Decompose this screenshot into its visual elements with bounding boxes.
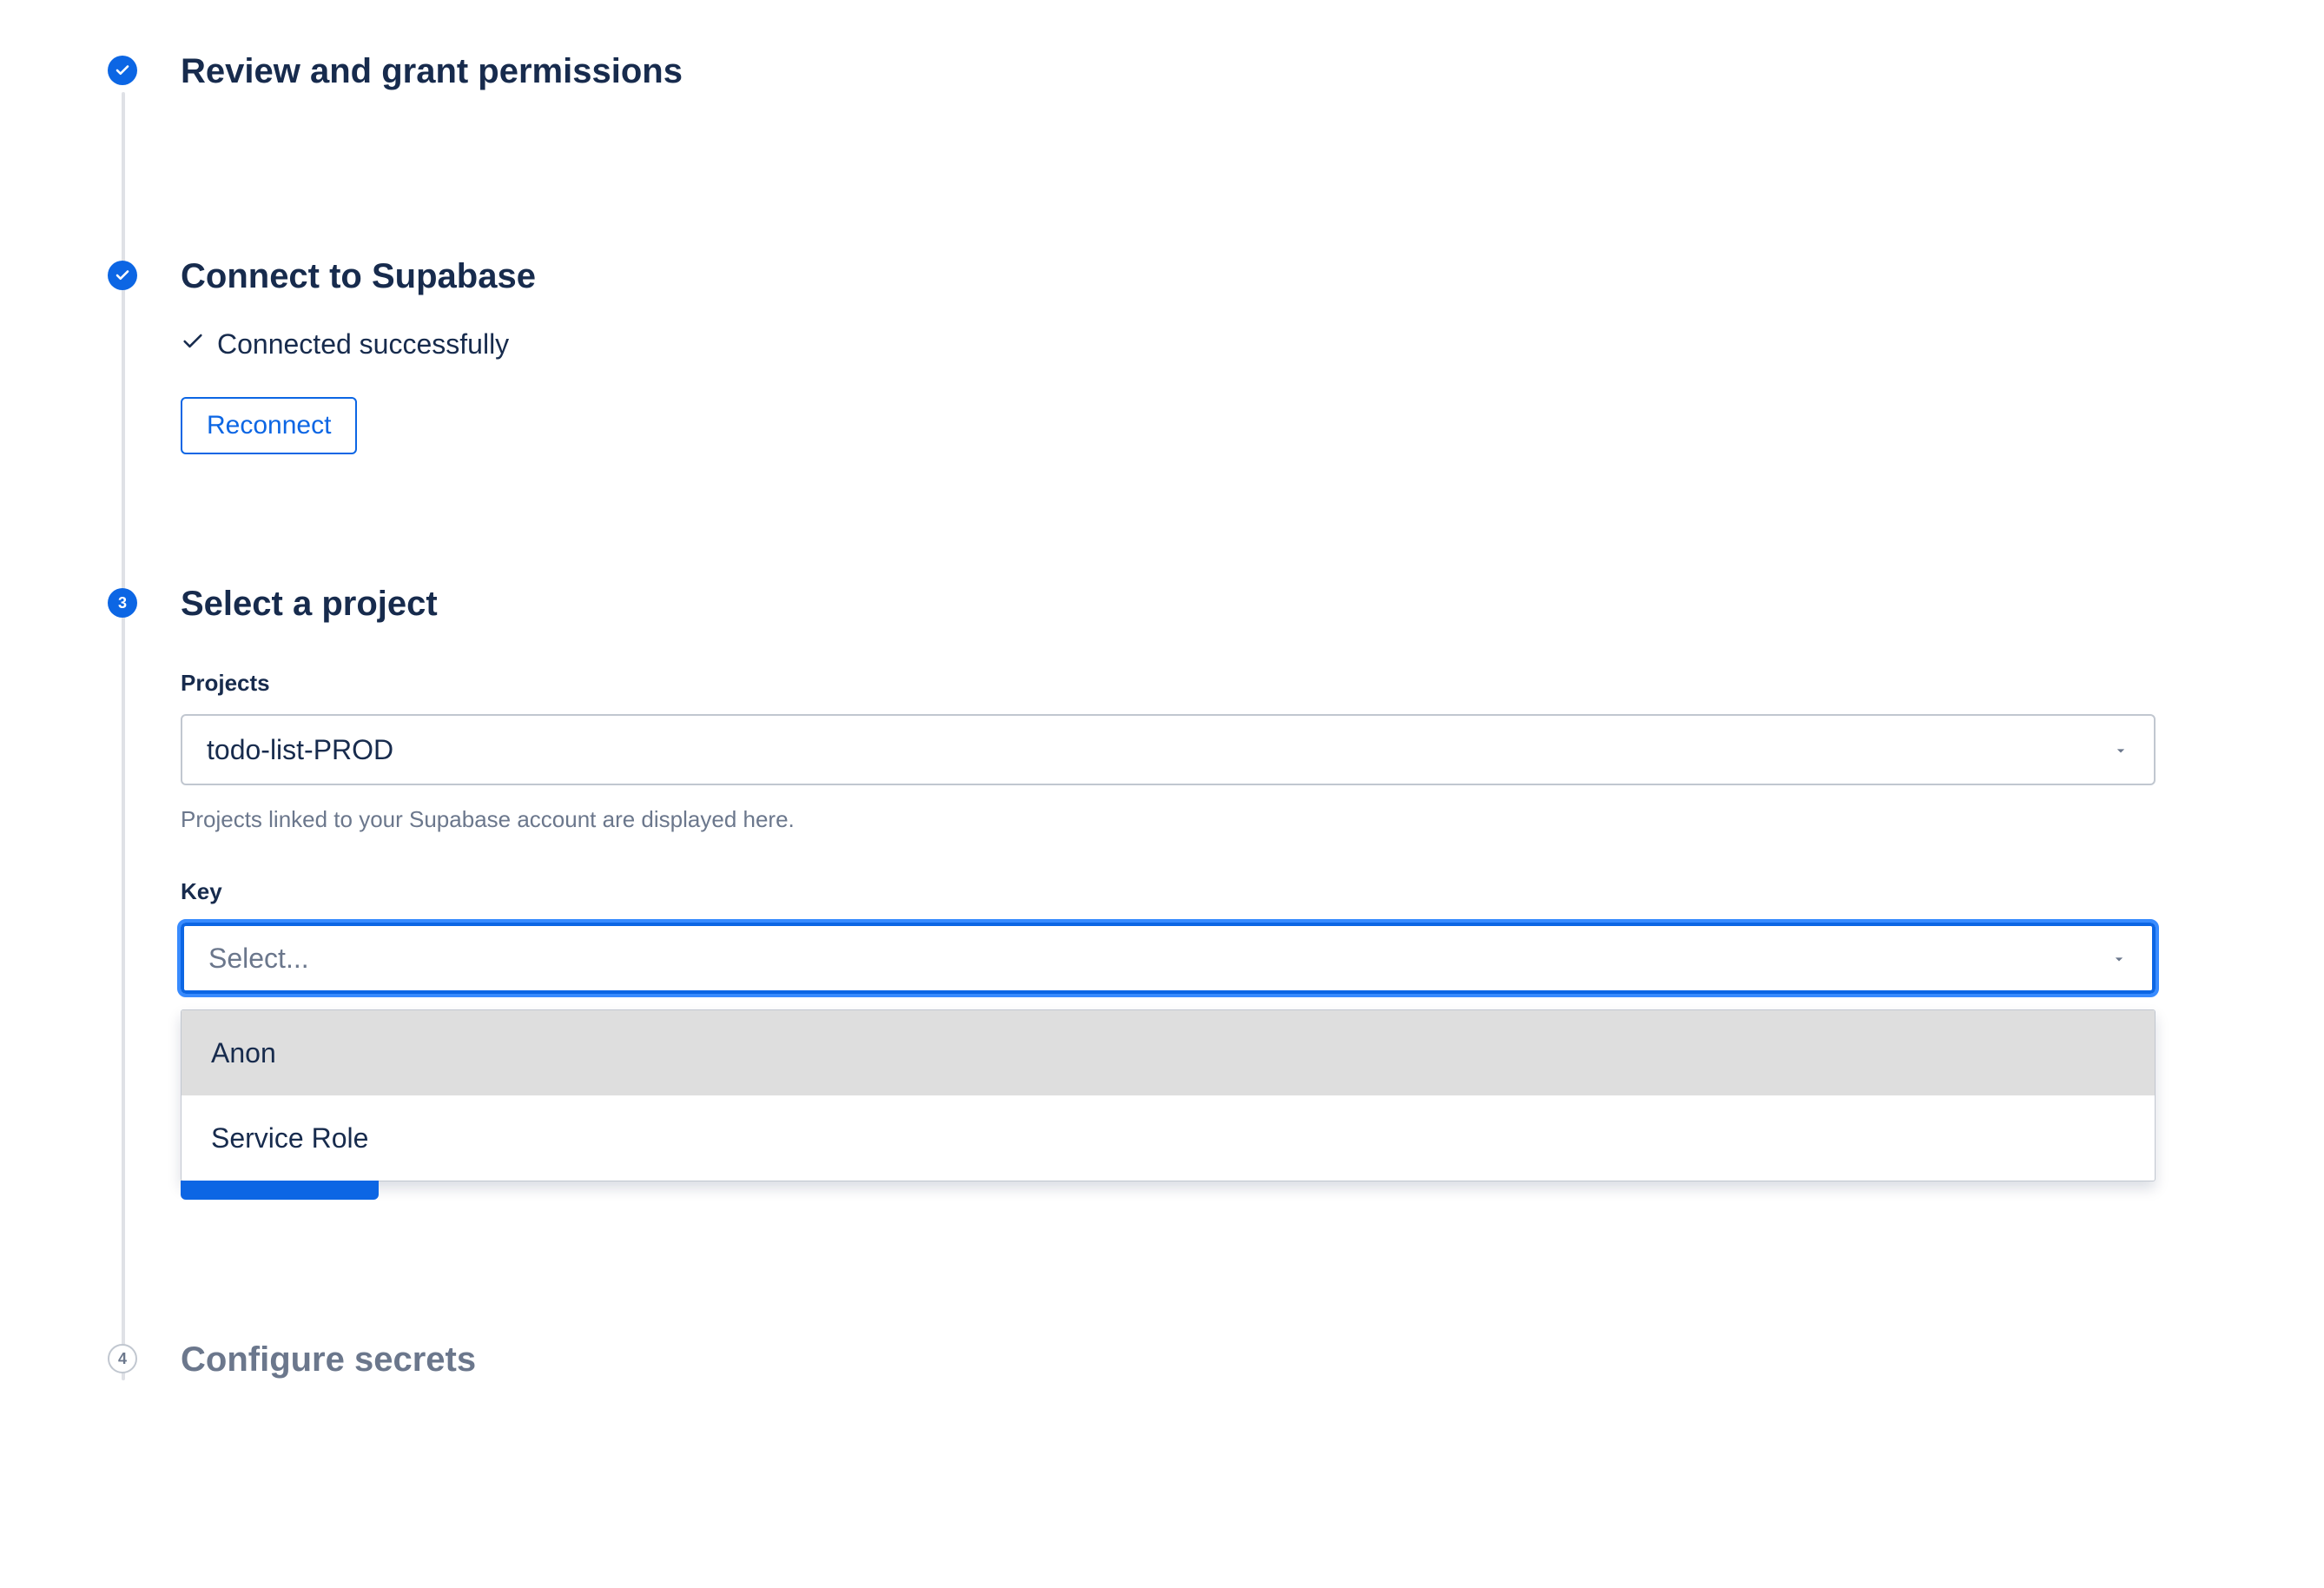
connection-status: Connected successfully xyxy=(181,328,2228,361)
key-placeholder: Select... xyxy=(208,943,309,975)
projects-value: todo-list-PROD xyxy=(207,734,393,766)
step-review-permissions: Review and grant permissions xyxy=(96,50,2228,255)
projects-help-text: Projects linked to your Supabase account… xyxy=(181,806,2156,833)
step-title: Select a project xyxy=(181,583,2228,625)
key-option-service-role[interactable]: Service Role xyxy=(182,1095,2155,1181)
key-option-anon[interactable]: Anon xyxy=(182,1010,2155,1095)
step-bullet-pending: 4 xyxy=(108,1344,137,1373)
step-title: Configure secrets xyxy=(181,1339,2228,1380)
chevron-down-icon xyxy=(2110,943,2128,975)
check-icon xyxy=(115,63,130,78)
check-icon xyxy=(115,268,130,283)
reconnect-button[interactable]: Reconnect xyxy=(181,397,357,454)
step-configure-secrets: 4 Configure secrets xyxy=(96,1339,2228,1380)
key-label: Key xyxy=(181,878,2156,905)
reconnect-label: Reconnect xyxy=(207,411,331,440)
stepper: Review and grant permissions Connect to … xyxy=(96,50,2228,1380)
option-label: Anon xyxy=(211,1037,276,1069)
option-label: Service Role xyxy=(211,1122,368,1155)
step-bullet-done xyxy=(108,261,137,290)
key-options-dropdown: Anon Service Role xyxy=(181,1009,2156,1181)
status-text: Connected successfully xyxy=(217,328,509,361)
step-bullet-current: 3 xyxy=(108,588,137,618)
step-bullet-done xyxy=(108,56,137,85)
projects-label: Projects xyxy=(181,670,2156,697)
step-number: 4 xyxy=(118,1350,127,1368)
step-title: Review and grant permissions xyxy=(181,50,2228,92)
step-connect-supabase: Connect to Supabase Connected successful… xyxy=(96,255,2228,583)
key-select[interactable]: Select... xyxy=(181,923,2156,994)
step-select-project: 3 Select a project Projects todo-list-PR… xyxy=(96,583,2228,1339)
step-number: 3 xyxy=(118,594,127,612)
primary-button-obscured[interactable] xyxy=(181,1181,379,1200)
step-title: Connect to Supabase xyxy=(181,255,2228,297)
projects-select[interactable]: todo-list-PROD xyxy=(181,714,2156,785)
chevron-down-icon xyxy=(2112,734,2129,766)
check-icon xyxy=(181,328,205,361)
